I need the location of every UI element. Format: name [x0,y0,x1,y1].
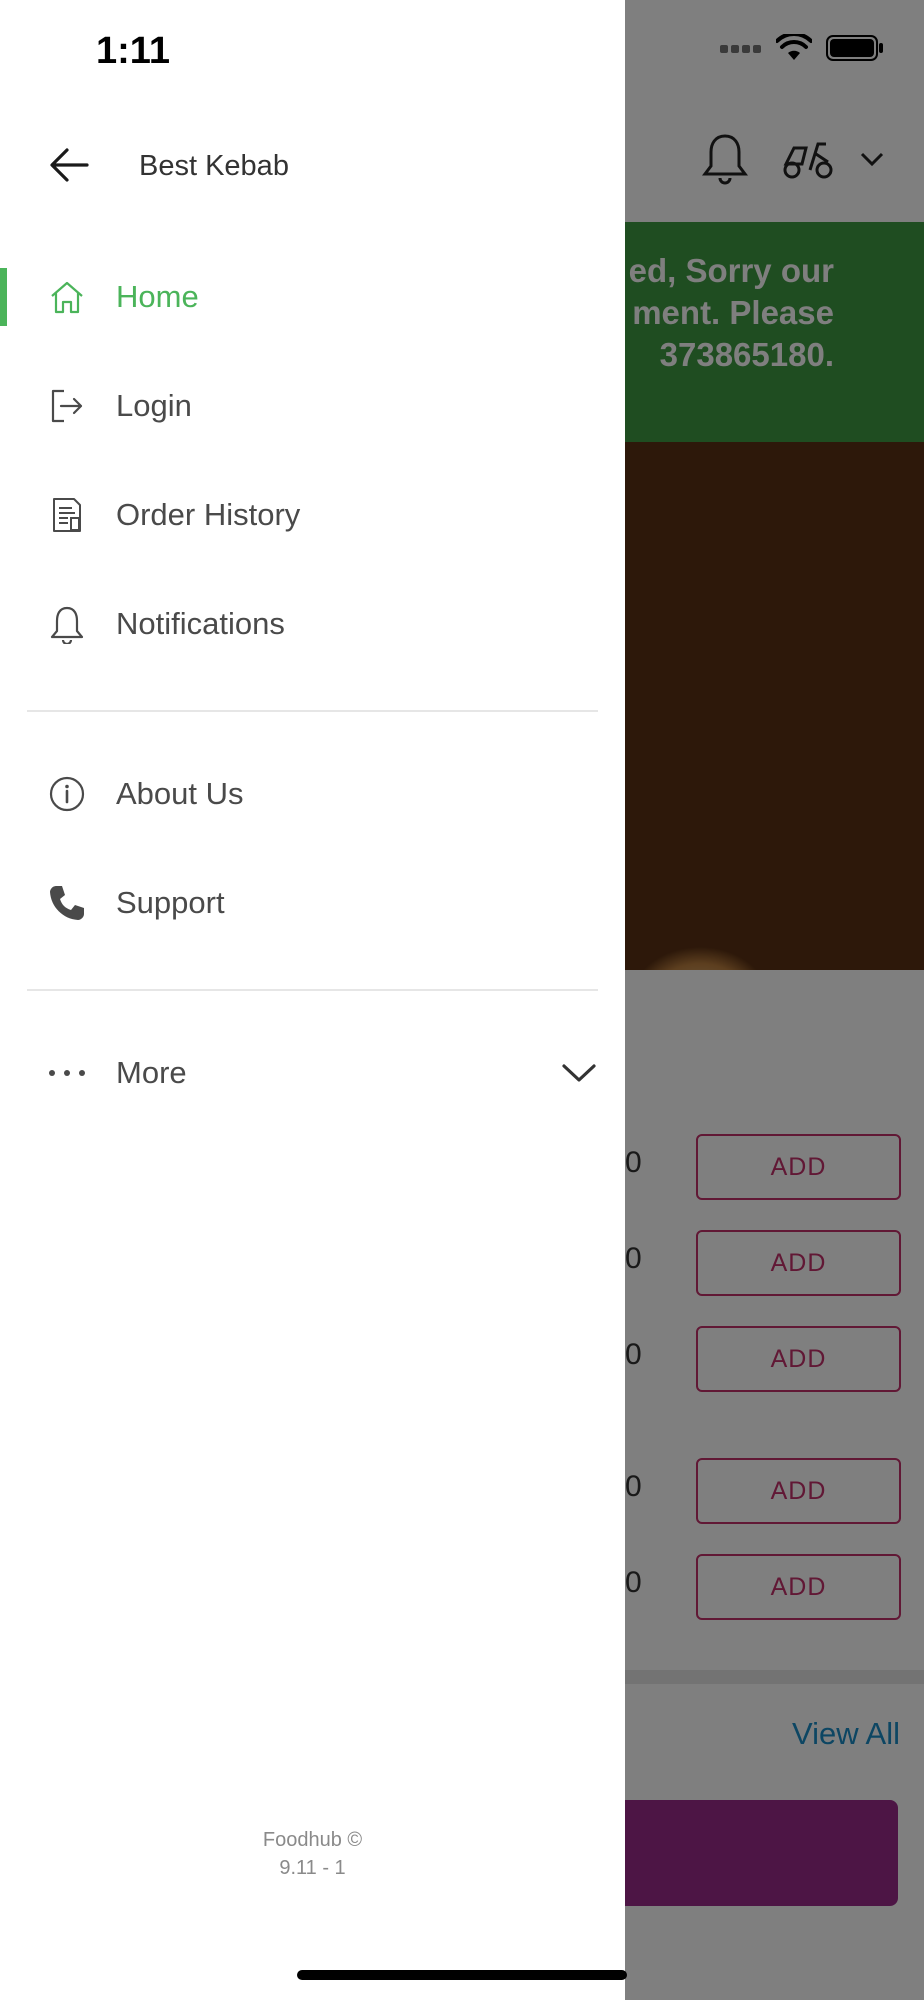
menu-item-login[interactable]: Login [0,361,625,451]
menu-item-notifications[interactable]: Notifications [0,579,625,669]
status-bar-time: 1:11 [96,30,170,72]
menu-item-label: Support [116,885,225,920]
navigation-drawer: 1:11 Best Kebab Home Login Order History… [0,0,625,2000]
battery-icon [826,35,883,61]
menu-item-label: More [116,1055,187,1090]
menu-item-order-history[interactable]: Order History [0,470,625,560]
drawer-title: Best Kebab [139,150,289,182]
menu-item-home[interactable]: Home [0,252,625,342]
menu-item-label: Login [116,388,192,423]
menu-item-label: Order History [116,497,301,532]
chevron-down-icon[interactable] [559,1053,599,1093]
signal-icon [720,45,761,53]
status-bar-icons [720,34,884,62]
menu-item-support[interactable]: Support [0,858,625,948]
footer-brand: Foodhub © [262,1829,363,1851]
arrow-left-icon [50,148,89,182]
more-dots-icon [46,1052,88,1094]
menu-item-label: About Us [116,776,244,811]
menu-item-label: Notifications [116,606,285,641]
wifi-icon [776,34,812,60]
home-indicator [297,1970,627,1980]
app-version-footer: Foodhub © 9.11 - 1 [0,1826,625,1882]
menu-item-about-us[interactable]: About Us [0,749,625,839]
footer-version: 9.11 - 1 [279,1857,346,1879]
bell-icon [46,603,88,645]
login-icon [46,385,88,427]
menu-divider [27,989,598,991]
menu-divider [27,710,598,712]
home-icon [46,276,88,318]
menu-item-label: Home [116,279,199,314]
info-icon [46,773,88,815]
back-button[interactable] [44,140,94,190]
order-history-icon [46,494,88,536]
phone-icon [46,882,88,924]
menu-item-more[interactable]: More [0,1028,625,1118]
